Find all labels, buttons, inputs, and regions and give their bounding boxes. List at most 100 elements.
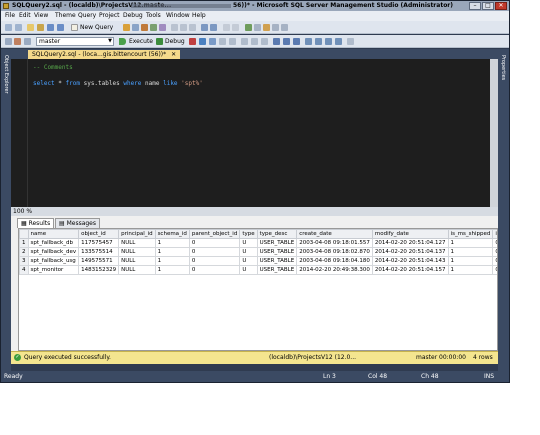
change-connection-icon[interactable] xyxy=(24,38,31,45)
col-header[interactable] xyxy=(19,229,29,239)
display-plan-icon[interactable] xyxy=(209,38,216,45)
row-number[interactable]: 2 xyxy=(19,247,29,257)
cell-name[interactable]: spt_fallback_dev xyxy=(27,247,80,257)
include-plan-icon[interactable] xyxy=(251,38,258,45)
table-row[interactable]: 3 spt_fallback_usg 149575571 NULL 1 0 U … xyxy=(19,256,497,266)
dmx-query-icon[interactable] xyxy=(150,24,157,31)
menu-edit[interactable]: Edit xyxy=(19,12,31,19)
save-icon[interactable] xyxy=(47,24,54,31)
table-row[interactable]: 4 spt_monitor 1483152329 NULL 1 0 U USER… xyxy=(19,265,497,275)
execute-icon[interactable] xyxy=(119,38,126,45)
zoom-select[interactable]: 100 % xyxy=(13,208,32,215)
cell-type[interactable]: U xyxy=(239,256,258,266)
disconnect-icon[interactable] xyxy=(14,38,21,45)
col-header[interactable]: create_date xyxy=(296,229,373,239)
cell-is-ms-shipped[interactable]: 1 xyxy=(447,265,494,275)
row-number[interactable]: 4 xyxy=(19,265,29,275)
properties-icon[interactable] xyxy=(254,24,261,31)
comment-icon[interactable] xyxy=(305,38,312,45)
new-query-icon[interactable] xyxy=(71,24,78,31)
database-select[interactable]: master ▼ xyxy=(36,37,114,46)
cell-is-p[interactable]: 0 xyxy=(492,256,497,266)
cell-object-id[interactable]: 149575571 xyxy=(78,256,120,266)
cell-is-ms-shipped[interactable]: 1 xyxy=(447,247,494,257)
query-designer-icon[interactable] xyxy=(219,38,226,45)
debug-icon[interactable] xyxy=(156,38,163,45)
execute-button[interactable]: Execute xyxy=(129,38,153,45)
col-header[interactable]: object_id xyxy=(78,229,120,239)
cell-name[interactable]: spt_monitor xyxy=(27,265,80,275)
tab-messages[interactable]: ▤ Messages xyxy=(55,218,101,228)
col-header[interactable]: is_ms_shipped xyxy=(447,229,494,239)
cell-type-desc[interactable]: USER_TABLE xyxy=(256,247,298,257)
uncomment-icon[interactable] xyxy=(315,38,322,45)
cell-object-id[interactable]: 1483152329 xyxy=(78,265,120,275)
cell-create-date[interactable]: 2003-04-08 09:18:01.557 xyxy=(296,238,373,248)
redo-icon[interactable] xyxy=(210,24,217,31)
analysis-query-icon[interactable] xyxy=(132,24,139,31)
cell-modify-date[interactable]: 2014-02-20 20:51:04.157 xyxy=(371,265,449,275)
cell-schema-id[interactable]: 1 xyxy=(154,256,190,266)
cell-modify-date[interactable]: 2014-02-20 20:51:04.143 xyxy=(371,256,449,266)
maximize-button[interactable]: □ xyxy=(482,2,494,10)
cell-parent-object-id[interactable]: 0 xyxy=(188,256,241,266)
client-statistics-icon[interactable] xyxy=(261,38,268,45)
cell-type-desc[interactable]: USER_TABLE xyxy=(256,238,298,248)
editor-scrollbar[interactable] xyxy=(490,59,498,207)
col-header[interactable]: principal_id xyxy=(118,229,156,239)
debug-button[interactable]: Debug xyxy=(165,38,185,45)
copy-icon[interactable] xyxy=(180,24,187,31)
results-to-text-icon[interactable] xyxy=(273,38,280,45)
results-grid[interactable]: name object_id principal_id schema_id pa… xyxy=(18,228,498,351)
document-tab[interactable]: SQLQuery2.sql - (loca...gis.bittencourt … xyxy=(28,50,181,59)
paste-icon[interactable] xyxy=(189,24,196,31)
cut-icon[interactable] xyxy=(171,24,178,31)
cell-parent-object-id[interactable]: 0 xyxy=(188,247,241,257)
template-explorer-icon[interactable] xyxy=(272,24,279,31)
parse-icon[interactable] xyxy=(199,38,206,45)
cell-type[interactable]: U xyxy=(239,265,258,275)
row-number[interactable]: 1 xyxy=(19,238,29,248)
cell-modify-date[interactable]: 2014-02-20 20:51:04.127 xyxy=(371,238,449,248)
results-to-grid-icon[interactable] xyxy=(283,38,290,45)
cell-principal-id[interactable]: NULL xyxy=(118,265,156,275)
menu-help[interactable]: Help xyxy=(192,12,206,19)
cell-principal-id[interactable]: NULL xyxy=(118,256,156,266)
cell-type[interactable]: U xyxy=(239,247,258,257)
undo-icon[interactable] xyxy=(201,24,208,31)
col-header[interactable]: schema_id xyxy=(154,229,190,239)
cell-create-date[interactable]: 2003-04-08 09:18:02.870 xyxy=(296,247,373,257)
col-header[interactable]: parent_object_id xyxy=(188,229,241,239)
toolbox-icon[interactable] xyxy=(281,24,288,31)
menu-view[interactable]: View xyxy=(34,12,48,19)
xmla-query-icon[interactable] xyxy=(159,24,166,31)
cell-create-date[interactable]: 2014-02-20 20:49:38.300 xyxy=(296,265,373,275)
properties-tab[interactable]: Properties xyxy=(500,55,506,80)
menu-file[interactable]: File xyxy=(5,12,15,19)
close-button[interactable]: ✕ xyxy=(495,2,507,10)
table-row[interactable]: 2 spt_fallback_dev 133575514 NULL 1 0 U … xyxy=(19,247,497,257)
menu-window[interactable]: Window xyxy=(166,12,190,19)
cell-type-desc[interactable]: USER_TABLE xyxy=(256,265,298,275)
cell-type[interactable]: U xyxy=(239,238,258,248)
cell-create-date[interactable]: 2003-04-08 09:18:04.180 xyxy=(296,256,373,266)
close-tab-icon[interactable]: ✕ xyxy=(171,51,176,58)
cell-schema-id[interactable]: 1 xyxy=(154,265,190,275)
new-query-button[interactable]: New Query xyxy=(80,24,113,31)
query-options-icon[interactable] xyxy=(229,38,236,45)
cancel-query-icon[interactable] xyxy=(189,38,196,45)
save-all-icon[interactable] xyxy=(57,24,64,31)
menu-query[interactable]: Query xyxy=(78,12,96,19)
cell-object-id[interactable]: 133575514 xyxy=(78,247,120,257)
specify-values-icon[interactable] xyxy=(347,38,354,45)
tab-results[interactable]: ▦ Results xyxy=(17,218,55,228)
cell-name[interactable]: spt_fallback_usg xyxy=(27,256,80,266)
connect-icon[interactable] xyxy=(5,38,12,45)
cell-is-p[interactable]: 0 xyxy=(492,247,497,257)
col-header[interactable]: is_p xyxy=(492,229,497,239)
open-file-icon[interactable] xyxy=(37,24,44,31)
cell-object-id[interactable]: 117575457 xyxy=(78,238,120,248)
cell-parent-object-id[interactable]: 0 xyxy=(188,238,241,248)
decrease-indent-icon[interactable] xyxy=(325,38,332,45)
cell-principal-id[interactable]: NULL xyxy=(118,247,156,257)
